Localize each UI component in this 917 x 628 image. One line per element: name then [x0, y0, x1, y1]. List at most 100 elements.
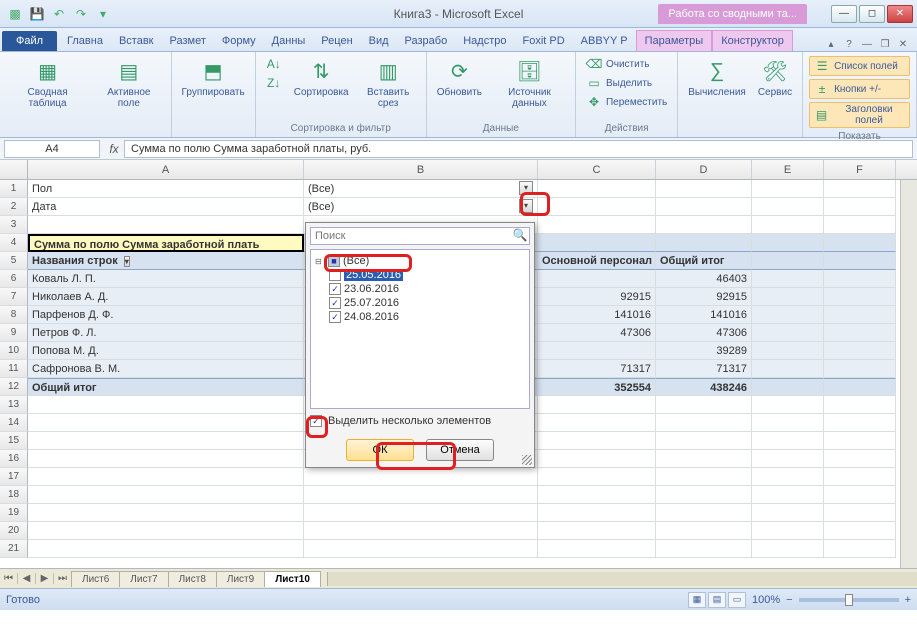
tab-pivot-options[interactable]: Параметры — [636, 30, 713, 51]
clear-button[interactable]: ⌫Очистить — [582, 55, 671, 73]
maximize-button[interactable]: ◻ — [859, 5, 885, 23]
row-header[interactable]: 18 — [0, 486, 28, 504]
cell[interactable]: Николаев А. Д. — [28, 288, 304, 306]
sort-desc-button[interactable]: Z↓ — [262, 74, 286, 92]
cell[interactable]: Петров Ф. Л. — [28, 324, 304, 342]
row-header[interactable]: 6 — [0, 270, 28, 288]
view-pagebreak-icon[interactable]: ▭ — [728, 592, 746, 608]
col-header-c[interactable]: C — [538, 160, 656, 179]
tab-addins[interactable]: Надстро — [455, 31, 514, 51]
pivot-table-button[interactable]: ▦Сводная таблица — [6, 55, 89, 111]
col-header-a[interactable]: A — [28, 160, 304, 179]
field-list-button[interactable]: ☰Список полей — [809, 56, 910, 76]
row-header[interactable]: 12 — [0, 378, 28, 396]
filter-dropdown-icon[interactable]: ▾ — [519, 181, 533, 195]
checkbox-mixed-icon[interactable]: ■ — [328, 255, 340, 267]
col-header-b[interactable]: B — [304, 160, 538, 179]
insert-slicer-button[interactable]: ▥Вставить срез — [357, 55, 420, 111]
search-icon[interactable]: 🔍 — [511, 228, 529, 244]
sheet-nav-next-icon[interactable]: ▶ — [36, 573, 54, 584]
cell[interactable]: (Все)▾ — [304, 198, 538, 216]
filter-item-all[interactable]: ⊟■(Все) — [315, 254, 525, 268]
tab-foxit[interactable]: Foxit PD — [514, 31, 572, 51]
resize-handle-icon[interactable] — [522, 455, 532, 465]
tab-view[interactable]: Вид — [361, 31, 397, 51]
move-button[interactable]: ✥Переместить — [582, 93, 671, 111]
cell[interactable]: 71317 — [538, 360, 656, 378]
buttons-toggle[interactable]: ±Кнопки +/- — [809, 79, 910, 99]
row-header[interactable]: 11 — [0, 360, 28, 378]
tab-review[interactable]: Рецен — [313, 31, 360, 51]
tab-insert[interactable]: Вставк — [111, 31, 162, 51]
sheet-tab[interactable]: Лист9 — [216, 571, 265, 587]
name-box[interactable]: A4 — [4, 140, 100, 158]
cell[interactable]: 141016 — [538, 306, 656, 324]
tab-developer[interactable]: Разрабо — [397, 31, 456, 51]
zoom-out-icon[interactable]: − — [786, 594, 792, 606]
sort-button[interactable]: ⇅Сортировка — [290, 55, 353, 100]
checkbox-checked-icon[interactable]: ✓ — [310, 415, 322, 427]
row-header[interactable]: 8 — [0, 306, 28, 324]
cell[interactable]: Сафронова В. М. — [28, 360, 304, 378]
filter-search[interactable]: 🔍 — [310, 227, 530, 245]
tab-abbyy[interactable]: ABBYY P — [573, 31, 636, 51]
sheet-tab-active[interactable]: Лист10 — [264, 571, 321, 587]
sheet-tab[interactable]: Лист7 — [119, 571, 168, 587]
row-header[interactable]: 14 — [0, 414, 28, 432]
tab-data[interactable]: Данны — [264, 31, 314, 51]
row-header[interactable]: 20 — [0, 522, 28, 540]
multi-select-row[interactable]: ✓ Выделить несколько элементов — [306, 409, 534, 433]
row-header[interactable]: 15 — [0, 432, 28, 450]
file-tab[interactable]: Файл — [2, 31, 57, 51]
sheet-tab[interactable]: Лист6 — [71, 571, 120, 587]
row-header[interactable]: 19 — [0, 504, 28, 522]
group-button[interactable]: ⬒Группировать — [178, 55, 249, 100]
cell[interactable]: Общий итог — [656, 252, 752, 270]
filter-search-input[interactable] — [311, 228, 511, 244]
redo-icon[interactable]: ↷ — [72, 5, 90, 23]
refresh-button[interactable]: ⟳Обновить — [433, 55, 486, 100]
filter-item[interactable]: ✓23.06.2016 — [315, 282, 525, 296]
sort-asc-button[interactable]: A↓ — [262, 55, 286, 73]
cell[interactable]: Попова М. Д. — [28, 342, 304, 360]
cell[interactable]: (Все)▾ — [304, 180, 538, 198]
filter-item[interactable]: ✓24.08.2016 — [315, 310, 525, 324]
field-headers-button[interactable]: ▤Заголовки полей — [809, 102, 910, 128]
formula-input[interactable]: Сумма по полю Сумма заработной платы, ру… — [124, 140, 913, 158]
zoom-in-icon[interactable]: + — [905, 594, 911, 606]
zoom-slider[interactable] — [799, 598, 899, 602]
cell[interactable]: 46403 — [656, 270, 752, 288]
cell[interactable]: 438246 — [656, 378, 752, 396]
horizontal-scrollbar[interactable] — [327, 572, 917, 586]
undo-icon[interactable]: ↶ — [50, 5, 68, 23]
fx-icon[interactable]: fx — [104, 142, 124, 156]
cell[interactable]: 92915 — [538, 288, 656, 306]
save-icon[interactable]: 💾 — [28, 5, 46, 23]
checkbox-checked-icon[interactable]: ✓ — [329, 283, 341, 295]
select-button[interactable]: ▭Выделить — [582, 74, 671, 92]
help-icon[interactable]: ? — [841, 37, 857, 51]
row-header[interactable]: 3 — [0, 216, 28, 234]
row-header[interactable]: 17 — [0, 468, 28, 486]
row-header[interactable]: 4 — [0, 234, 28, 252]
cell[interactable]: 47306 — [538, 324, 656, 342]
row-header[interactable]: 9 — [0, 324, 28, 342]
row-header[interactable]: 16 — [0, 450, 28, 468]
row-header[interactable]: 10 — [0, 342, 28, 360]
checkbox-checked-icon[interactable]: ✓ — [329, 297, 341, 309]
sheet-nav-prev-icon[interactable]: ◀ — [18, 573, 36, 584]
tab-pivot-design[interactable]: Конструктор — [712, 30, 793, 51]
doc-restore-icon[interactable]: ❐ — [877, 37, 893, 51]
filter-dropdown-date-icon[interactable]: ▾ — [519, 199, 533, 213]
row-header[interactable]: 21 — [0, 540, 28, 558]
tab-formulas[interactable]: Форму — [214, 31, 264, 51]
calculations-button[interactable]: ∑Вычисления — [684, 55, 750, 100]
row-header[interactable]: 7 — [0, 288, 28, 306]
cell[interactable]: Основной персонал — [538, 252, 656, 270]
view-normal-icon[interactable]: ▦ — [688, 592, 706, 608]
cell-selected[interactable]: Сумма по полю Сумма заработной плать — [28, 234, 304, 252]
checkbox-checked-icon[interactable]: ✓ — [329, 311, 341, 323]
col-header-d[interactable]: D — [656, 160, 752, 179]
cell[interactable]: Пол — [28, 180, 304, 198]
doc-close-icon[interactable]: ✕ — [895, 37, 911, 51]
